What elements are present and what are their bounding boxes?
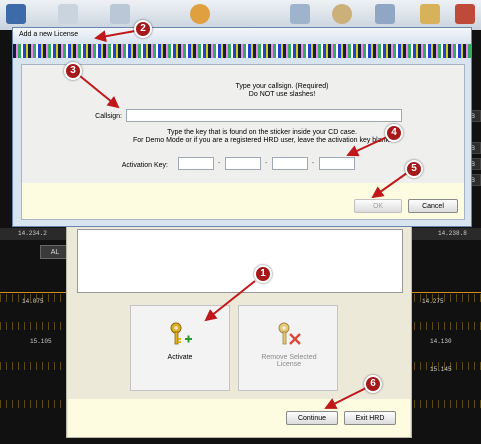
manager-footer: Continue Exit HRD (68, 399, 410, 437)
activate-label: Activate (167, 354, 193, 361)
callsign-instruction: Type your callsign. (Required) Do NOT us… (142, 83, 422, 99)
step-marker-1: 1 (254, 265, 272, 283)
continue-button[interactable]: Continue (286, 411, 338, 425)
remove-license-tile[interactable]: Remove Selected License (238, 305, 338, 391)
frequency-label: 14.075 (22, 298, 44, 305)
step-marker-6: 6 (364, 375, 382, 393)
ok-button[interactable]: OK (354, 199, 402, 213)
instruction-line: Type your callsign. (Required) (235, 83, 329, 90)
dialog-title: Add a new License (19, 31, 79, 38)
toolbar-icon[interactable] (375, 4, 395, 24)
tools-icon[interactable] (455, 4, 475, 24)
activation-key-segment-3[interactable] (272, 157, 308, 170)
dialog-footer: OK Cancel (22, 183, 464, 219)
toolbar-icon[interactable] (190, 4, 210, 24)
segment-separator: - (218, 160, 221, 167)
activation-key-segment-2[interactable] (225, 157, 261, 170)
segment-separator: - (312, 160, 315, 167)
instruction-line: Type the key that is found on the sticke… (167, 129, 357, 136)
toolbar-icon[interactable] (332, 4, 352, 24)
activation-key-segment-4[interactable] (319, 157, 355, 170)
frequency-label: 14.275 (422, 298, 444, 305)
instruction-line: For Demo Mode or if you are a registered… (133, 137, 391, 144)
step-marker-5: 5 (405, 160, 423, 178)
toolbar-icon[interactable] (420, 4, 440, 24)
frequency-label: 15.105 (30, 338, 52, 345)
toolbar-icon[interactable] (110, 4, 130, 24)
frequency-label: 14.130 (430, 338, 452, 345)
key-add-icon (170, 322, 192, 345)
app-toolbar (0, 0, 481, 30)
frequency-label: 15.145 (430, 366, 452, 373)
dialog-titlebar: Add a new License (13, 28, 471, 44)
dialog-body: Type your callsign. (Required) Do NOT us… (21, 64, 465, 220)
activate-tile[interactable]: Activate (130, 305, 230, 391)
key-remove-icon (278, 322, 301, 345)
toolbar-icon[interactable] (290, 4, 310, 24)
step-marker-4: 4 (385, 124, 403, 142)
exit-hrd-button[interactable]: Exit HRD (344, 411, 396, 425)
frequency-label: 14.234.2 (18, 230, 47, 237)
remove-license-label: Remove Selected License (261, 354, 317, 368)
license-list[interactable] (77, 229, 403, 293)
cancel-button[interactable]: Cancel (408, 199, 458, 213)
license-manager-window: Activate Remove Selected License Continu… (66, 222, 412, 438)
toolbar-icon[interactable] (58, 4, 78, 24)
callsign-label: Callsign: (95, 113, 122, 120)
step-marker-2: 2 (134, 20, 152, 38)
callsign-input[interactable] (126, 109, 402, 122)
activation-key-segment-1[interactable] (178, 157, 214, 170)
segment-separator: - (265, 160, 268, 167)
save-icon[interactable] (6, 4, 26, 24)
add-license-dialog: Add a new License Type your callsign. (R… (12, 27, 472, 227)
key-instruction: Type the key that is found on the sticke… (92, 129, 432, 145)
activation-key-label: Activation Key: (121, 162, 168, 169)
step-marker-3: 3 (64, 62, 82, 80)
instruction-line: Do NOT use slashes! (248, 91, 316, 98)
dialog-banner (13, 44, 471, 58)
frequency-label: 14.238.8 (438, 230, 467, 237)
